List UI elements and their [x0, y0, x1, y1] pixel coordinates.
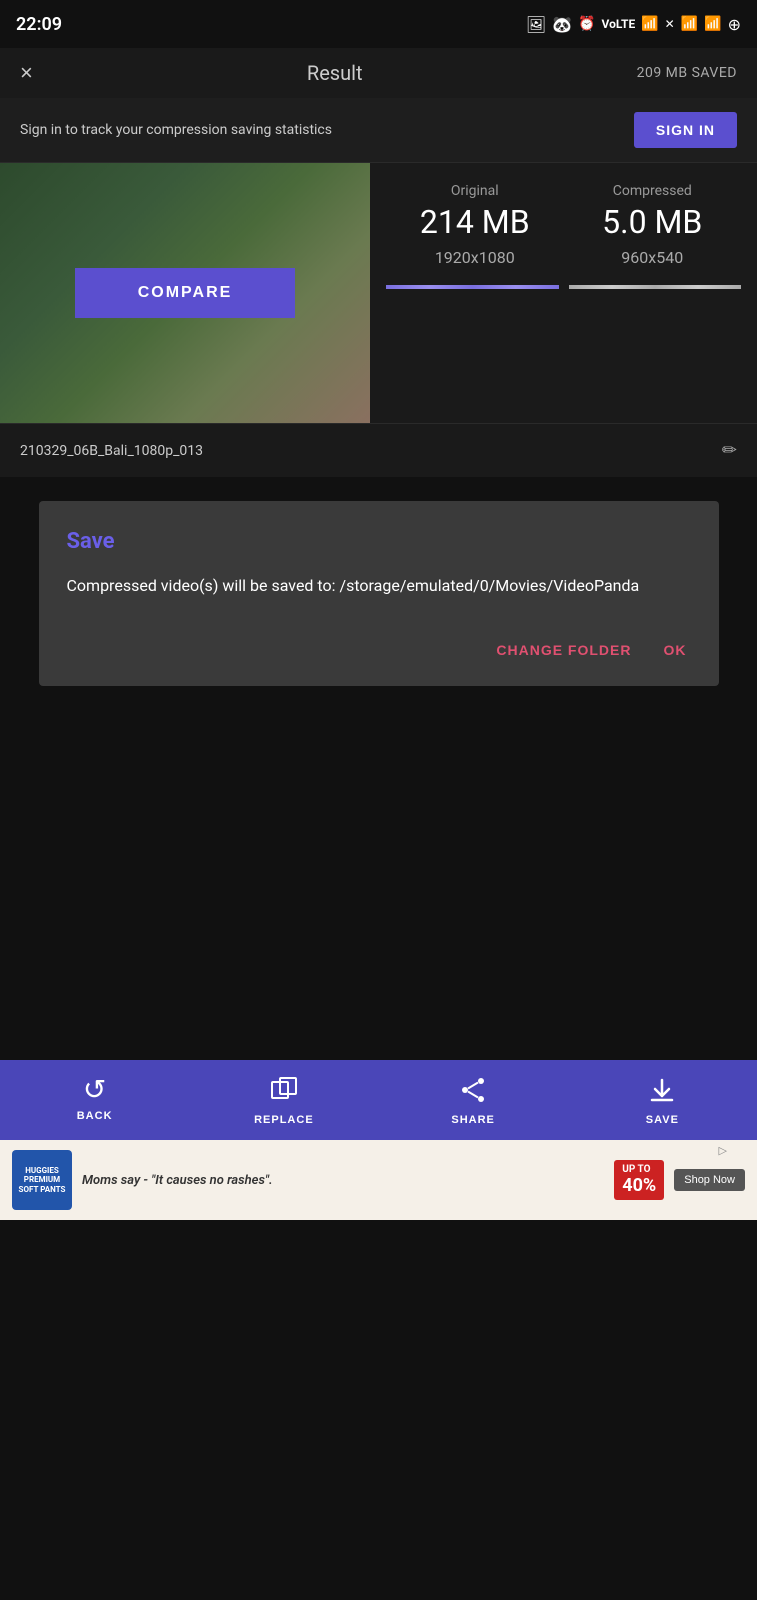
nav-share-button[interactable]: SHARE: [379, 1070, 568, 1132]
share-icon: [459, 1076, 487, 1108]
signin-banner: Sign in to track your compression saving…: [0, 98, 757, 163]
filename-row: 210329_06B_Bali_1080p_013 ✏: [0, 423, 757, 477]
nav-replace-label: REPLACE: [254, 1114, 314, 1126]
signal1-icon: 📶: [681, 16, 698, 32]
ad-banner: HUGGIESPREMIUMSOFT PANTS Moms say - "It …: [0, 1140, 757, 1220]
change-folder-button[interactable]: CHANGE FOLDER: [492, 634, 635, 666]
video-thumbnail: COMPARE: [0, 163, 370, 423]
ad-upto: UP TO: [622, 1164, 656, 1175]
dialog-actions: CHANGE FOLDER OK: [67, 634, 691, 666]
compressed-resolution: 960x540: [564, 248, 742, 267]
compressed-progress-bar: [569, 285, 742, 289]
original-size: 214 MB: [386, 205, 564, 240]
signin-button[interactable]: SIGN IN: [634, 112, 737, 148]
ok-button[interactable]: OK: [660, 634, 691, 666]
panda-icon: 🐼: [552, 15, 572, 34]
nav-share-label: SHARE: [451, 1114, 495, 1126]
lte-icon: VoLTE: [602, 17, 636, 31]
dialog-title: Save: [67, 529, 691, 554]
compare-button[interactable]: COMPARE: [75, 268, 295, 318]
progress-bars: [386, 285, 741, 289]
ad-shop-button[interactable]: Shop Now: [674, 1169, 745, 1191]
back-icon: ↺: [83, 1076, 106, 1104]
ad-logo: HUGGIESPREMIUMSOFT PANTS: [12, 1150, 72, 1210]
status-bar: 22:09 🖼 🐼 ⏰ VoLTE 📶 ✕ 📶 📶 ⊕: [0, 0, 757, 48]
status-icons: 🖼 🐼 ⏰ VoLTE 📶 ✕ 📶 📶 ⊕: [526, 15, 741, 34]
signin-text: Sign in to track your compression saving…: [20, 122, 332, 138]
bottom-nav: ↺ BACK REPLACE SHARE: [0, 1060, 757, 1140]
nav-back-button[interactable]: ↺ BACK: [0, 1070, 189, 1132]
ad-content: Moms say - "It causes no rashes".: [82, 1173, 604, 1188]
status-time: 22:09: [16, 14, 62, 35]
compressed-label: Compressed: [564, 183, 742, 199]
wifi-icon: 📶: [641, 16, 658, 32]
ad-percent: 40%: [622, 1175, 656, 1196]
dialog-backdrop: Save Compressed video(s) will be saved t…: [0, 477, 757, 710]
save-dialog: Save Compressed video(s) will be saved t…: [39, 501, 719, 686]
replace-icon: [270, 1076, 298, 1108]
original-col: Original 214 MB 1920x1080: [386, 183, 564, 267]
nav-back-label: BACK: [77, 1110, 113, 1122]
circle-plus-icon: ⊕: [728, 15, 741, 34]
compressed-col: Compressed 5.0 MB 960x540: [564, 183, 742, 267]
result-title: Result: [307, 61, 363, 85]
x-icon: ✕: [665, 17, 675, 31]
ad-text: Moms say - "It causes no rashes".: [82, 1173, 604, 1188]
nav-save-label: SAVE: [646, 1114, 679, 1126]
stats-labels-row: Original 214 MB 1920x1080 Compressed 5.0…: [386, 183, 741, 267]
alarm-icon: ⏰: [578, 16, 595, 32]
ad-badge: UP TO 40%: [614, 1160, 664, 1200]
nav-replace-button[interactable]: REPLACE: [189, 1070, 378, 1132]
compressed-size: 5.0 MB: [564, 205, 742, 240]
photo-icon: 🖼: [526, 15, 546, 34]
video-section: COMPARE Original 214 MB 1920x1080 Compre…: [0, 163, 757, 423]
save-icon: [648, 1076, 676, 1108]
filename-text: 210329_06B_Bali_1080p_013: [20, 443, 203, 459]
original-label: Original: [386, 183, 564, 199]
original-resolution: 1920x1080: [386, 248, 564, 267]
dialog-message: Compressed video(s) will be saved to: /s…: [67, 574, 691, 598]
saved-label: 209 MB SAVED: [637, 65, 737, 81]
edit-icon[interactable]: ✏: [722, 440, 737, 461]
ad-info-icon: ▷: [719, 1144, 727, 1157]
close-button[interactable]: ×: [20, 60, 33, 86]
bottom-spacer: [0, 710, 757, 1060]
nav-save-button[interactable]: SAVE: [568, 1070, 757, 1132]
top-bar: × Result 209 MB SAVED: [0, 48, 757, 98]
signal2-icon: 📶: [704, 16, 721, 32]
video-stats: Original 214 MB 1920x1080 Compressed 5.0…: [370, 163, 757, 423]
original-progress-bar: [386, 285, 559, 289]
